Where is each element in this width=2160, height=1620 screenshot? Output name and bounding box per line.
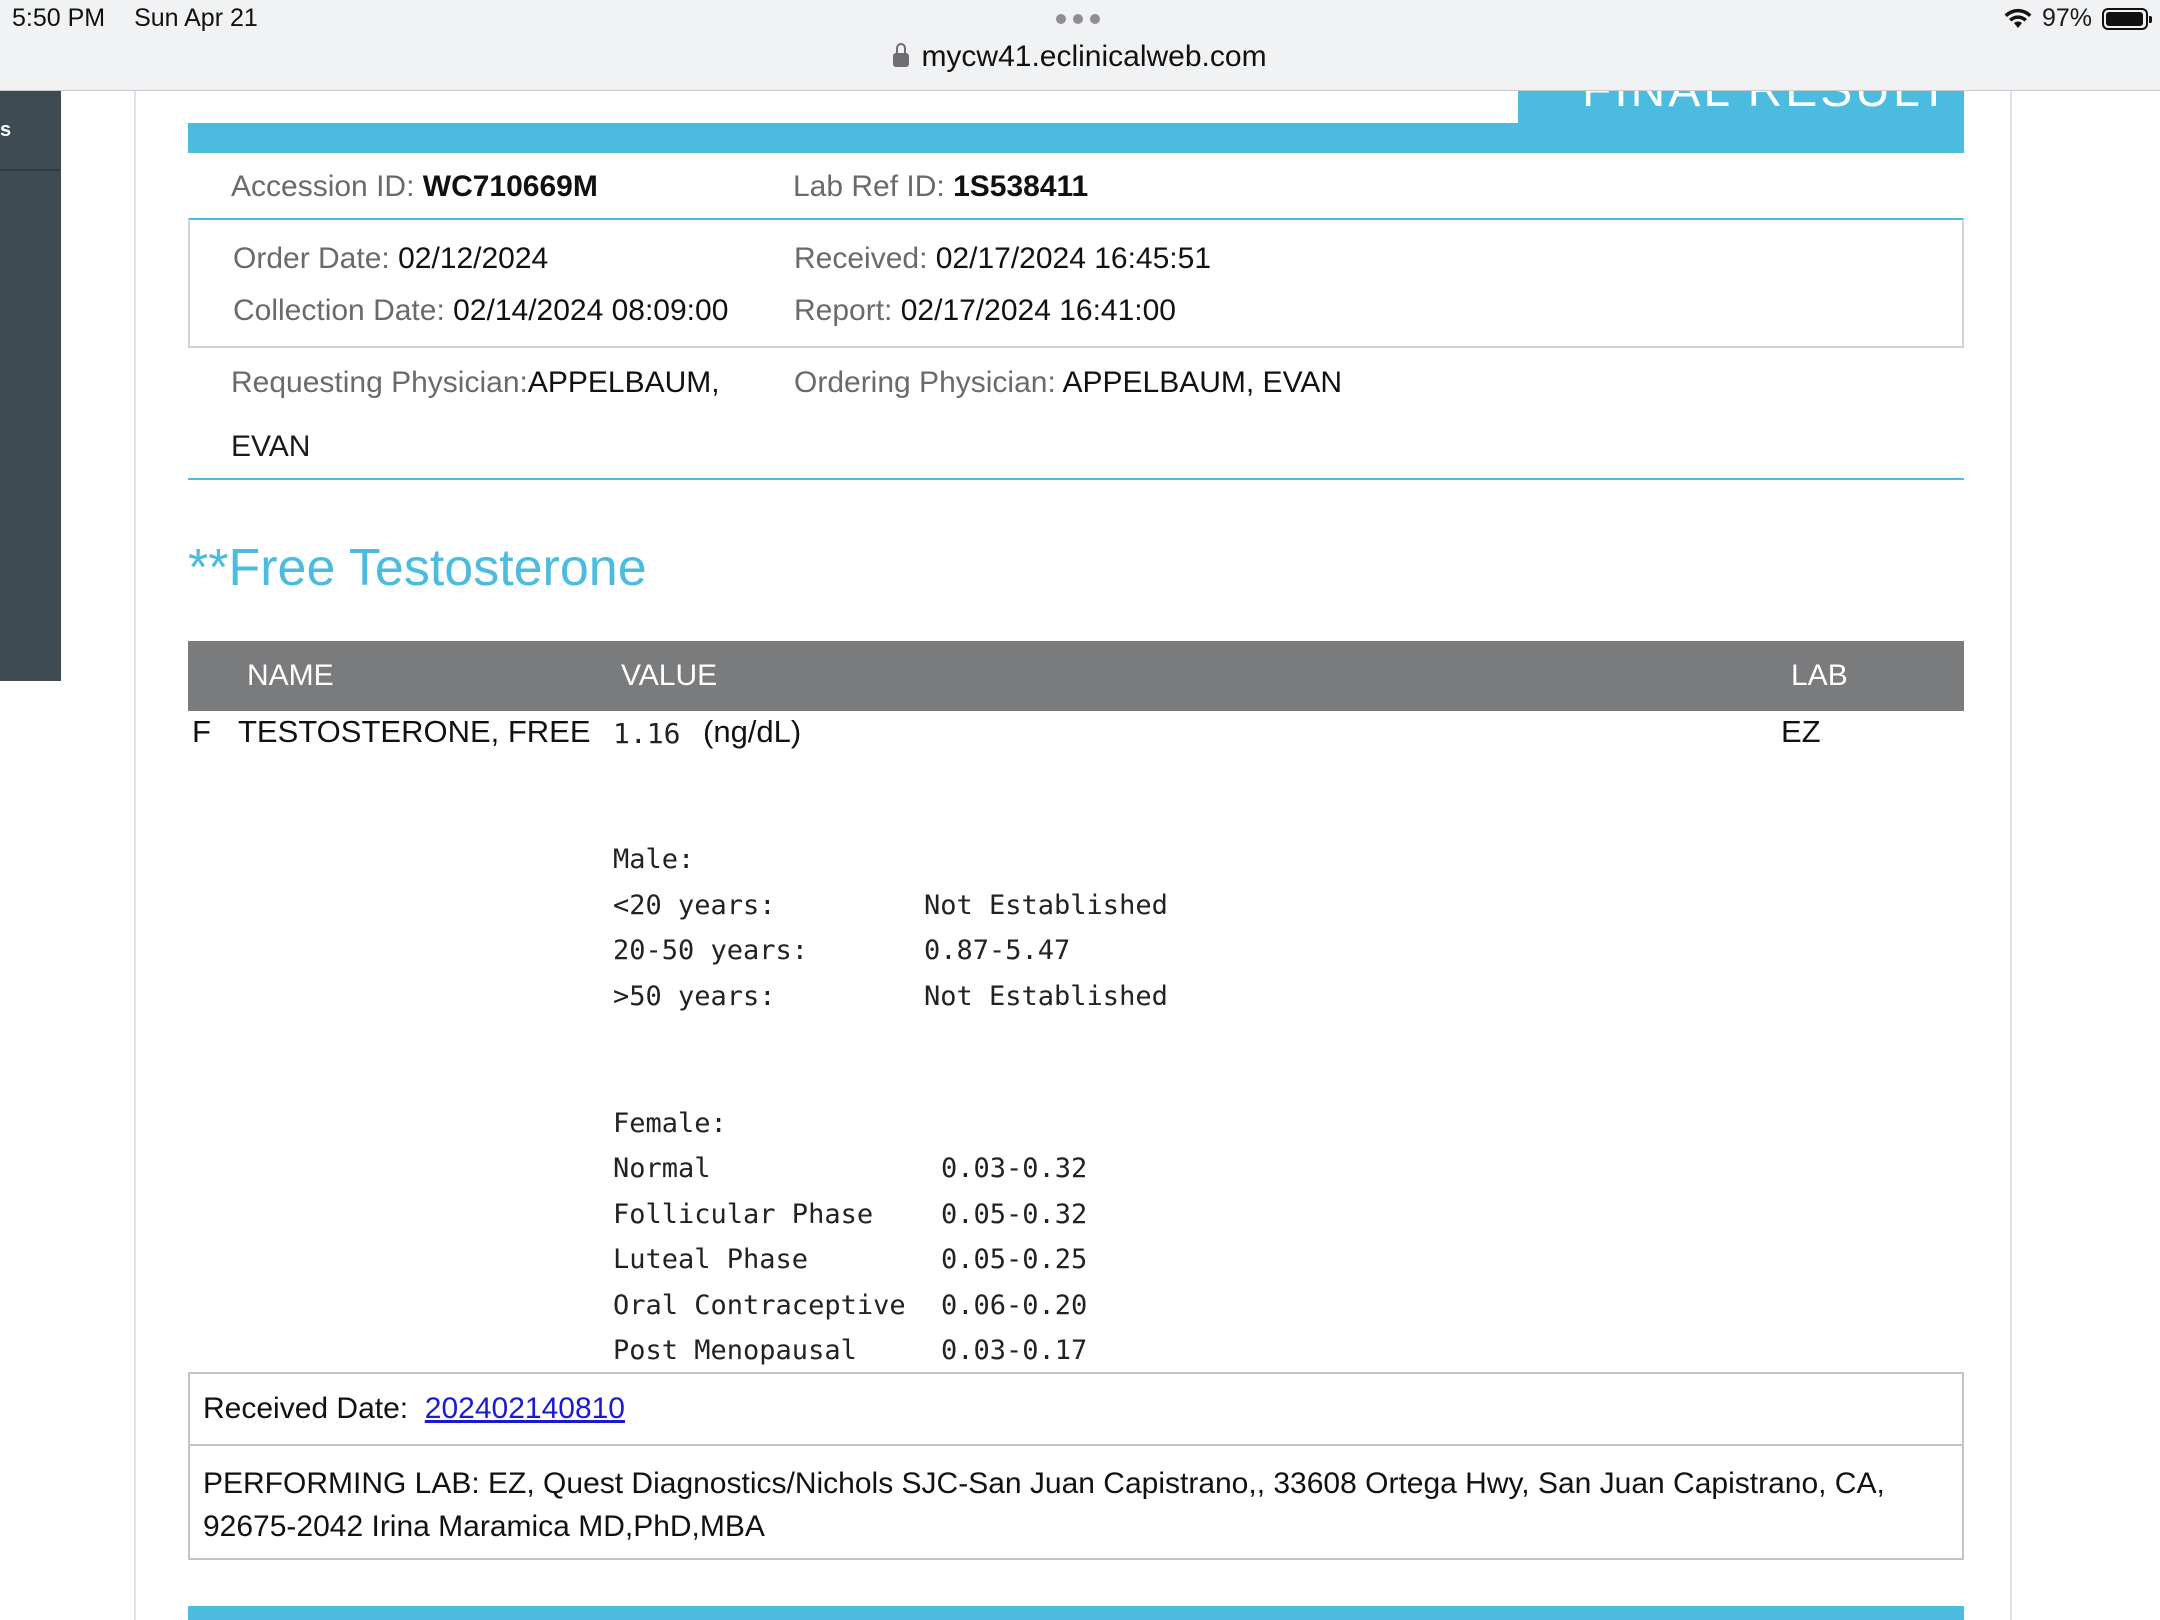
reference-female-label: Oral Contraceptive xyxy=(613,1290,906,1321)
reference-male-range: 0.87-5.47 xyxy=(924,935,1071,966)
reference-female-label: Luteal Phase xyxy=(613,1244,809,1275)
lab-ref-value: 1S538411 xyxy=(953,170,1089,203)
report-label: Report: xyxy=(794,294,893,327)
reference-female-title: Female: xyxy=(613,1108,727,1139)
multitasking-dots-icon[interactable] xyxy=(1056,14,1100,24)
lock-icon xyxy=(893,43,910,67)
reference-male-label: >50 years: xyxy=(613,981,776,1012)
footer-box: Received Date: 202402140810 PERFORMING L… xyxy=(188,1372,1964,1560)
url-text: mycw41.eclinicalweb.com xyxy=(921,40,1267,73)
result-value: 1.16 xyxy=(613,717,681,750)
page-frame-left xyxy=(134,91,136,1620)
reference-male-label: 20-50 years: xyxy=(613,935,809,966)
sidebar-item-label[interactable]: s xyxy=(0,119,11,142)
accession-value: WC710669M xyxy=(422,170,598,203)
final-result-tab: FINAL RESULT xyxy=(1518,91,1964,123)
lab-ref-id: Lab Ref ID: 1S538411 xyxy=(793,170,1088,204)
collection-date-label: Collection Date: xyxy=(233,294,445,327)
status-time-date: 5:50 PM Sun Apr 21 xyxy=(12,4,280,33)
ordering-physician-label: Ordering Physician: xyxy=(794,366,1056,399)
reference-male-range: Not Established xyxy=(924,890,1168,921)
ordering-physician: Ordering Physician: APPELBAUM, EVAN xyxy=(794,366,1342,400)
received-date-label: Received Date: xyxy=(203,1392,409,1425)
requesting-physician-label: Requesting Physician: xyxy=(231,366,528,399)
browser-top-bar: 5:50 PM Sun Apr 21 97% mycw41.eclinicalw… xyxy=(0,0,2160,91)
header-band xyxy=(188,123,1964,153)
reference-female-label: Post Menopausal xyxy=(613,1335,857,1366)
footer-divider xyxy=(190,1444,1962,1446)
reference-female-label: Follicular Phase xyxy=(613,1199,874,1230)
report-value: 02/17/2024 16:41:00 xyxy=(900,294,1176,327)
reference-male-title: Male: xyxy=(613,844,695,875)
reference-male-range: Not Established xyxy=(924,981,1168,1012)
requesting-physician-value: APPELBAUM, xyxy=(527,366,720,399)
header-divider xyxy=(188,478,1964,480)
header-white-block xyxy=(188,91,1518,123)
reference-female-range: 0.03-0.17 xyxy=(941,1335,1088,1366)
column-header-lab: LAB xyxy=(1791,659,1848,692)
reference-male-label: <20 years: xyxy=(613,890,776,921)
received-value: 02/17/2024 16:45:51 xyxy=(935,242,1212,275)
requesting-physician: Requesting Physician:APPELBAUM, xyxy=(231,366,720,400)
received-date: Received: 02/17/2024 16:45:51 xyxy=(794,242,1211,276)
performing-lab: PERFORMING LAB: EZ, Quest Diagnostics/Ni… xyxy=(203,1467,1885,1543)
reference-female-range: 0.05-0.32 xyxy=(941,1199,1088,1230)
result-name: TESTOSTERONE, FREE xyxy=(238,714,591,749)
page-frame-right xyxy=(2010,91,2012,1620)
collection-date-value: 02/14/2024 08:09:00 xyxy=(453,294,729,327)
reference-female-range: 0.03-0.32 xyxy=(941,1153,1088,1184)
wifi-icon xyxy=(2004,8,2032,28)
order-date: Order Date: 02/12/2024 xyxy=(233,242,548,276)
order-date-label: Order Date: xyxy=(233,242,390,275)
battery-percent: 97% xyxy=(2041,4,2092,32)
ordering-physician-value: APPELBAUM, EVAN xyxy=(1062,366,1343,399)
results-table-header: NAME VALUE LAB xyxy=(188,641,1964,711)
accession-id: Accession ID: WC710669M xyxy=(231,170,598,204)
status-right: 97% xyxy=(2004,4,2152,33)
dates-box xyxy=(188,218,1964,348)
final-result-label: FINAL RESULT xyxy=(1582,91,1951,118)
result-units: (ng/dL) xyxy=(703,714,802,749)
sidebar: s xyxy=(0,91,61,681)
requesting-physician-line2: EVAN xyxy=(231,430,311,463)
order-date-value: 02/12/2024 xyxy=(398,242,549,275)
reference-female-range: 0.05-0.25 xyxy=(941,1244,1088,1275)
bottom-band xyxy=(188,1606,1964,1620)
battery-icon xyxy=(2102,7,2152,30)
result-lab: EZ xyxy=(1781,714,1821,749)
lab-ref-label: Lab Ref ID: xyxy=(793,170,945,203)
page-title: **Free Testosterone xyxy=(188,539,647,597)
address-bar[interactable]: mycw41.eclinicalweb.com xyxy=(0,40,2160,74)
sidebar-divider xyxy=(0,169,61,171)
received-date-row: Received Date: 202402140810 xyxy=(203,1392,625,1426)
column-header-value: VALUE xyxy=(621,659,718,692)
reference-female-range: 0.06-0.20 xyxy=(941,1290,1088,1321)
status-date: Sun Apr 21 xyxy=(134,4,258,32)
collection-date: Collection Date: 02/14/2024 08:09:00 xyxy=(233,294,728,328)
received-date-link[interactable]: 202402140810 xyxy=(425,1392,625,1425)
result-flag: F xyxy=(192,714,211,749)
column-header-name: NAME xyxy=(247,659,334,692)
status-time: 5:50 PM xyxy=(12,4,106,32)
received-label: Received: xyxy=(794,242,928,275)
report-date: Report: 02/17/2024 16:41:00 xyxy=(794,294,1176,328)
reference-female-label: Normal xyxy=(613,1153,711,1184)
accession-label: Accession ID: xyxy=(231,170,415,203)
